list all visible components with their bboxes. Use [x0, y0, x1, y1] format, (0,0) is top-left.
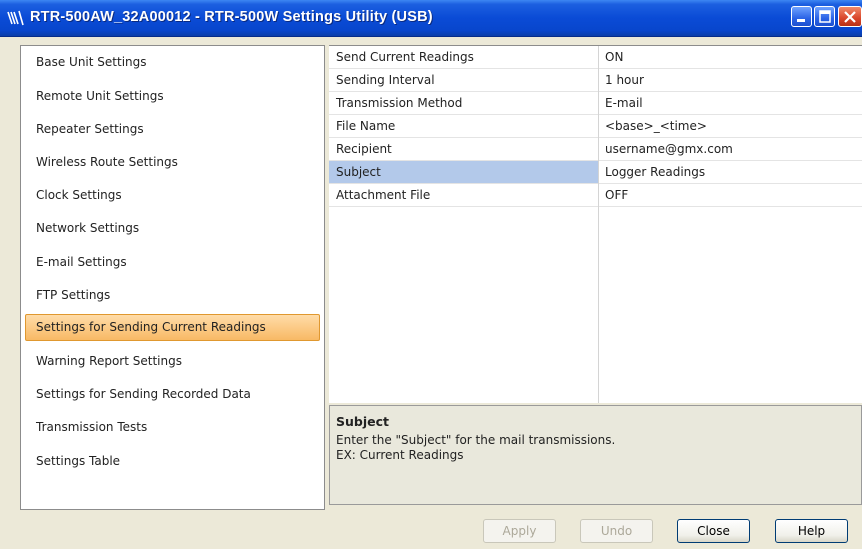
settings-category-list[interactable]: Base Unit Settings Remote Unit Settings … — [20, 45, 325, 510]
property-value[interactable]: Logger Readings — [599, 161, 862, 184]
undo-button[interactable]: Undo — [580, 519, 653, 543]
apply-button[interactable]: Apply — [483, 519, 556, 543]
property-name[interactable]: Subject — [329, 161, 598, 184]
close-window-button[interactable] — [838, 6, 862, 27]
close-icon — [844, 11, 856, 23]
property-name[interactable]: File Name — [329, 115, 598, 138]
help-button[interactable]: Help — [775, 519, 848, 543]
grid-row-file-name[interactable]: File Name <base>_<time> — [329, 115, 862, 138]
property-value[interactable]: OFF — [599, 184, 862, 207]
window-title: RTR-500AW_32A00012 - RTR-500W Settings U… — [30, 9, 433, 25]
property-grid[interactable]: Send Current Readings ON Sending Interva… — [329, 45, 862, 403]
nav-item-sending-recorded-data[interactable]: Settings for Sending Recorded Data — [25, 381, 320, 408]
grid-row-subject[interactable]: Subject Logger Readings — [329, 161, 862, 184]
property-value[interactable]: username@gmx.com — [599, 138, 862, 161]
nav-item-repeater-settings[interactable]: Repeater Settings — [25, 116, 320, 143]
nav-item-warning-report-settings[interactable]: Warning Report Settings — [25, 348, 320, 375]
app-icon — [7, 10, 24, 26]
minimize-button[interactable] — [791, 6, 812, 27]
nav-item-clock-settings[interactable]: Clock Settings — [25, 182, 320, 209]
grid-row-transmission-method[interactable]: Transmission Method E-mail — [329, 92, 862, 115]
description-title: Subject — [336, 414, 389, 429]
nav-item-settings-table[interactable]: Settings Table — [25, 448, 320, 475]
nav-item-remote-unit-settings[interactable]: Remote Unit Settings — [25, 83, 320, 110]
nav-item-base-unit-settings[interactable]: Base Unit Settings — [25, 49, 320, 76]
property-value[interactable]: <base>_<time> — [599, 115, 862, 138]
property-name[interactable]: Attachment File — [329, 184, 598, 207]
property-value[interactable]: E-mail — [599, 92, 862, 115]
nav-item-ftp-settings[interactable]: FTP Settings — [25, 282, 320, 309]
property-value[interactable]: ON — [599, 46, 862, 69]
grid-row-recipient[interactable]: Recipient username@gmx.com — [329, 138, 862, 161]
grid-row-send-current-readings[interactable]: Send Current Readings ON — [329, 46, 862, 69]
minimize-icon — [797, 19, 805, 22]
title-bar[interactable]: RTR-500AW_32A00012 - RTR-500W Settings U… — [0, 0, 862, 37]
maximize-button[interactable] — [814, 6, 835, 27]
description-example: EX: Current Readings — [336, 448, 464, 462]
grid-row-attachment-file[interactable]: Attachment File OFF — [329, 184, 862, 207]
property-name[interactable]: Send Current Readings — [329, 46, 598, 69]
property-name[interactable]: Transmission Method — [329, 92, 598, 115]
nav-item-network-settings[interactable]: Network Settings — [25, 215, 320, 242]
nav-item-email-settings[interactable]: E-mail Settings — [25, 249, 320, 276]
property-name[interactable]: Recipient — [329, 138, 598, 161]
property-name[interactable]: Sending Interval — [329, 69, 598, 92]
nav-item-transmission-tests[interactable]: Transmission Tests — [25, 414, 320, 441]
description-text: Enter the "Subject" for the mail transmi… — [336, 433, 616, 447]
nav-item-wireless-route-settings[interactable]: Wireless Route Settings — [25, 149, 320, 176]
nav-item-sending-current-readings[interactable]: Settings for Sending Current Readings — [25, 314, 320, 341]
close-button[interactable]: Close — [677, 519, 750, 543]
maximize-icon — [819, 10, 831, 23]
grid-row-sending-interval[interactable]: Sending Interval 1 hour — [329, 69, 862, 92]
description-panel: Subject Enter the "Subject" for the mail… — [329, 405, 862, 505]
property-value[interactable]: 1 hour — [599, 69, 862, 92]
